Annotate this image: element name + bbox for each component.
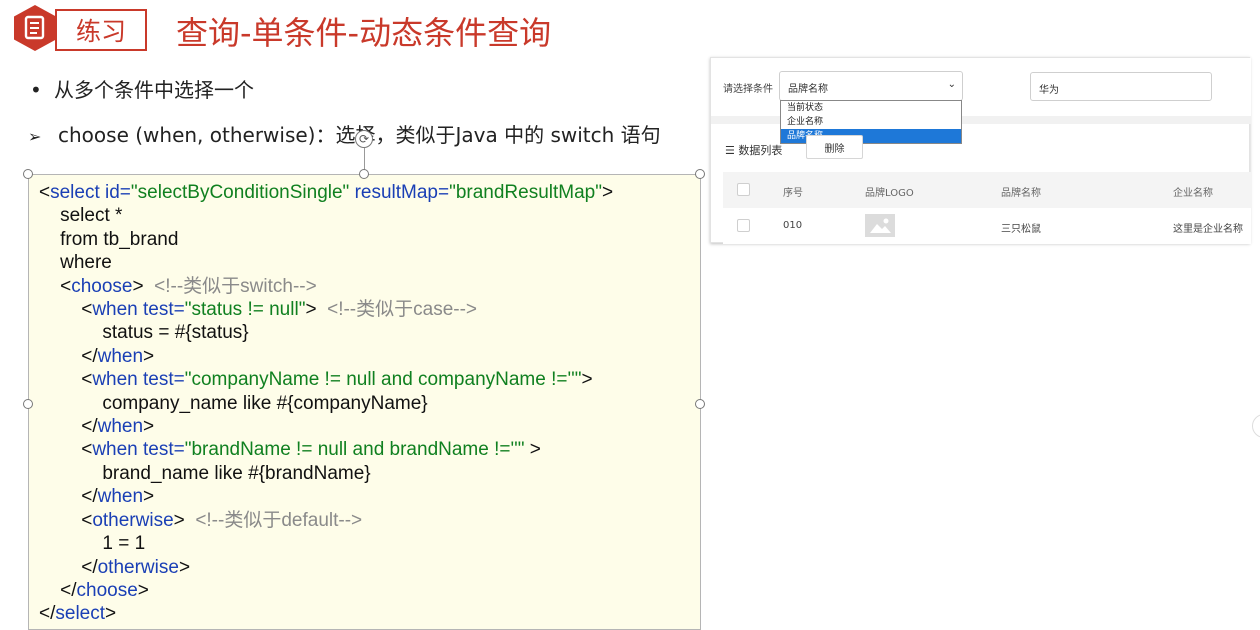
code-token: choose [76, 579, 138, 601]
bullet-dot-icon: • [30, 78, 42, 102]
dropdown-option-status[interactable]: 当前状态 [781, 101, 961, 115]
section-tag-label: 练习 [75, 17, 126, 46]
code-token: > [105, 603, 117, 625]
code-textbox[interactable]: <select id="selectByConditionSingle" res… [28, 174, 701, 630]
search-input[interactable]: 华为 [1030, 72, 1212, 101]
resize-handle-top-left[interactable] [23, 169, 33, 179]
code-token: > [524, 439, 541, 461]
code-token: when test= [92, 439, 185, 461]
code-token: when [97, 486, 144, 508]
code-token: > [173, 509, 196, 531]
section-tag: 练习 [55, 9, 147, 51]
code-line: where [39, 252, 112, 274]
dropdown-option-company[interactable]: 企业名称 [781, 115, 961, 129]
code-token: </ [39, 345, 98, 367]
column-header-brand: 品牌名称 [1001, 188, 1041, 199]
column-header-index: 序号 [783, 188, 803, 199]
bullet-item-2: ➢ choose (when, otherwise)：选择，类似于Java 中的 … [28, 119, 661, 148]
resize-handle-top-right[interactable] [695, 169, 705, 179]
brand-list-screenshot: 请选择条件 品牌名称 ⌄ 华为 当前状态 企业名称 品牌名称 ☰ 数据列表 删除… [710, 57, 1251, 244]
code-token: resultMap= [349, 182, 450, 203]
code-token: </ [39, 579, 77, 601]
code-token: </ [39, 416, 98, 438]
image-placeholder-icon [865, 214, 895, 237]
code-token: < [39, 369, 93, 391]
row-brand-name: 三只松鼠 [1001, 224, 1041, 235]
code-token: "companyName != null and companyName !='… [184, 369, 582, 391]
code-token: </ [39, 603, 56, 625]
code-token: choose [71, 275, 133, 297]
code-token: > [305, 299, 328, 321]
code-token: when test= [92, 299, 185, 321]
bullet-item-1: • 从多个条件中选择一个 [30, 74, 254, 103]
code-token: when [97, 416, 144, 438]
code-comment: <!--类似于case--> [327, 299, 478, 321]
resize-handle-left[interactable] [23, 399, 33, 409]
code-token: when test= [92, 369, 185, 391]
note-icon [13, 4, 57, 52]
code-line: company_name like #{companyName} [39, 392, 428, 414]
code-token: </ [39, 486, 98, 508]
slide-title: 查询-单条件-动态条件查询 [176, 14, 552, 52]
code-token: < [39, 275, 72, 297]
table-header: 序号 品牌LOGO 品牌名称 企业名称 [723, 172, 1251, 208]
select-all-checkbox[interactable] [737, 183, 750, 196]
code-token: > [602, 182, 614, 203]
code-token: "brandName != null and brandName !=''" [184, 439, 525, 461]
scroll-indicator [1252, 414, 1260, 438]
rotate-handle-icon[interactable]: ⟳ [355, 130, 373, 148]
code-token: otherwise [92, 509, 174, 531]
code-token: < [39, 509, 93, 531]
code-token: select id= [50, 182, 131, 203]
code-token: "selectByConditionSingle" [130, 182, 350, 203]
list-title: ☰ 数据列表 [725, 142, 782, 158]
condition-select[interactable]: 品牌名称 ⌄ [779, 71, 963, 101]
table-row: 010 三只松鼠 这里是企业名称 [723, 208, 1251, 244]
code-token: < [39, 299, 93, 321]
code-token: < [39, 182, 51, 203]
column-header-logo: 品牌LOGO [865, 188, 914, 199]
code-token: > [132, 275, 155, 297]
code-token: > [143, 345, 155, 367]
bullet-item-1-text: 从多个条件中选择一个 [54, 78, 254, 102]
resize-handle-top[interactable] [359, 169, 369, 179]
code-comment: <!--类似于switch--> [154, 275, 317, 297]
search-input-value: 华为 [1039, 85, 1059, 96]
delete-button[interactable]: 删除 [806, 135, 863, 159]
filter-label: 请选择条件 [723, 84, 773, 95]
code-token: select [55, 603, 106, 625]
condition-select-value: 品牌名称 [788, 84, 828, 95]
code-token: </ [39, 556, 98, 578]
code-line: select * [39, 205, 123, 227]
list-title-text: 数据列表 [738, 144, 783, 157]
code-comment: <!--类似于default--> [195, 509, 363, 531]
code-block: <select id="selectByConditionSingle" res… [39, 181, 613, 626]
code-token: when [97, 345, 144, 367]
code-token: > [143, 486, 155, 508]
column-header-company: 企业名称 [1173, 188, 1213, 199]
code-line: 1 = 1 [39, 533, 146, 555]
row-checkbox[interactable] [737, 219, 750, 232]
list-icon: ☰ [725, 144, 735, 157]
code-token: < [39, 439, 93, 461]
code-token: "brandResultMap" [449, 182, 602, 203]
code-line: status = #{status} [39, 322, 249, 344]
row-company-name: 这里是企业名称 [1173, 224, 1243, 235]
arrow-bullet-icon: ➢ [28, 127, 42, 146]
chevron-down-icon: ⌄ [947, 79, 956, 90]
code-token: "status != null" [184, 299, 306, 321]
code-token: > [178, 556, 191, 578]
code-token: > [581, 369, 593, 391]
resize-handle-right[interactable] [695, 399, 705, 409]
row-index: 010 [783, 220, 803, 231]
code-line: from tb_brand [39, 228, 179, 250]
code-token: otherwise [97, 556, 179, 578]
code-token: > [137, 579, 149, 601]
code-token: > [143, 416, 155, 438]
code-line: brand_name like #{brandName} [39, 462, 371, 484]
